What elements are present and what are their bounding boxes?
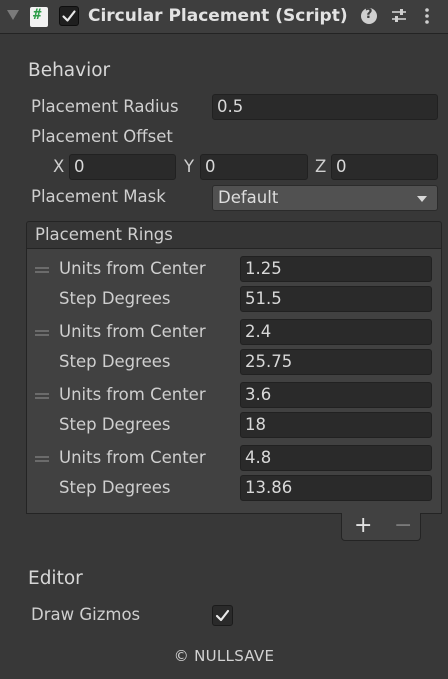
draw-gizmos-label: Draw Gizmos xyxy=(31,605,141,624)
presets-icon[interactable] xyxy=(390,8,408,24)
placement-rings-list: Units from Center 1.25 Step Degrees 51.5… xyxy=(26,249,442,514)
step-degrees-label: Step Degrees xyxy=(59,415,171,434)
units-from-center-field[interactable]: 1.25 xyxy=(240,256,432,282)
more-options-icon[interactable] xyxy=(424,7,430,25)
placement-offset-label: Placement Offset xyxy=(31,127,173,146)
script-icon xyxy=(30,7,48,27)
step-degrees-field[interactable]: 51.5 xyxy=(240,286,432,312)
placement-mask-dropdown[interactable]: Default xyxy=(212,185,438,211)
component-title: Circular Placement (Script) xyxy=(88,6,348,26)
fold-arrow-icon[interactable] xyxy=(7,10,19,20)
chevron-down-icon xyxy=(417,196,427,202)
placement-mask-label: Placement Mask xyxy=(31,187,166,206)
component-header[interactable]: Circular Placement (Script) xyxy=(0,0,448,34)
copyright-text: © NULLSAVE xyxy=(173,647,275,665)
units-from-center-field[interactable]: 3.6 xyxy=(240,382,432,408)
draw-gizmos-checkbox[interactable] xyxy=(212,605,233,626)
units-from-center-label: Units from Center xyxy=(59,259,206,278)
behavior-section-label: Behavior xyxy=(28,60,111,81)
placement-mask-value: Default xyxy=(218,188,279,207)
offset-y-label[interactable]: Y xyxy=(184,157,194,176)
units-from-center-label: Units from Center xyxy=(59,322,206,341)
step-degrees-field[interactable]: 18 xyxy=(240,412,432,438)
placement-radius-field[interactable]: 0.5 xyxy=(212,94,438,120)
component-enabled-checkbox[interactable] xyxy=(59,6,79,26)
step-degrees-label: Step Degrees xyxy=(59,352,171,371)
offset-z-label[interactable]: Z xyxy=(315,157,326,176)
units-from-center-field[interactable]: 4.8 xyxy=(240,445,432,471)
units-from-center-field[interactable]: 2.4 xyxy=(240,319,432,345)
offset-z-field[interactable]: 0 xyxy=(331,154,438,180)
step-degrees-field[interactable]: 25.75 xyxy=(240,349,432,375)
offset-x-field[interactable]: 0 xyxy=(69,154,176,180)
units-from-center-label: Units from Center xyxy=(59,385,206,404)
offset-x-label[interactable]: X xyxy=(53,157,64,176)
placement-rings-label: Placement Rings xyxy=(35,225,173,244)
add-ring-button[interactable]: + xyxy=(354,513,372,538)
step-degrees-label: Step Degrees xyxy=(59,478,171,497)
step-degrees-field[interactable]: 13.86 xyxy=(240,475,432,501)
help-icon[interactable] xyxy=(361,7,377,24)
placement-rings-header[interactable]: Placement Rings xyxy=(26,221,442,249)
list-footer: + − xyxy=(341,513,421,541)
drag-handle-icon[interactable] xyxy=(35,330,49,336)
remove-ring-button[interactable]: − xyxy=(394,513,412,538)
drag-handle-icon[interactable] xyxy=(35,456,49,462)
offset-y-field[interactable]: 0 xyxy=(200,154,308,180)
drag-handle-icon[interactable] xyxy=(35,393,49,399)
drag-handle-icon[interactable] xyxy=(35,267,49,273)
editor-section-label: Editor xyxy=(28,568,83,589)
checkmark-icon xyxy=(62,10,76,22)
placement-radius-label: Placement Radius xyxy=(31,97,179,116)
inspector-panel: Circular Placement (Script) Behavior Pla… xyxy=(0,0,448,679)
units-from-center-label: Units from Center xyxy=(59,448,206,467)
checkmark-icon xyxy=(215,609,230,622)
step-degrees-label: Step Degrees xyxy=(59,289,171,308)
